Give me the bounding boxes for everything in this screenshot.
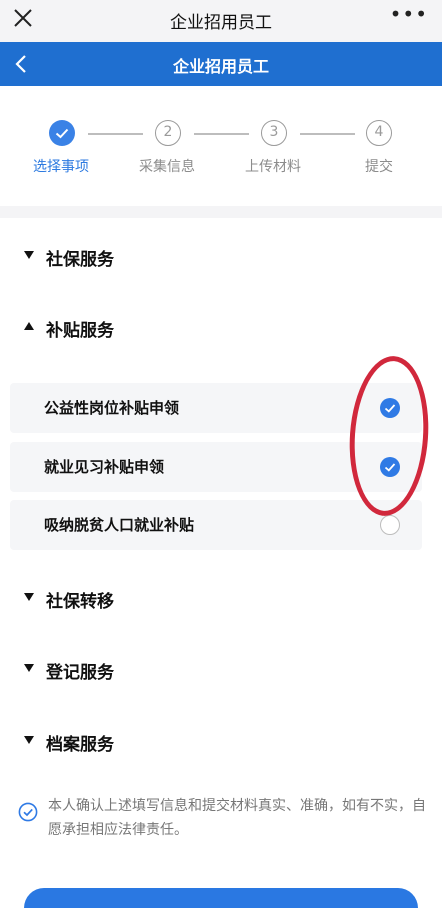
step-2-label: 采集信息 (139, 159, 195, 175)
section-label: 档案服务 (46, 735, 114, 755)
next-button[interactable] (24, 888, 418, 908)
section-registration[interactable]: 登记服务 (24, 658, 324, 683)
highlight-oval (344, 353, 434, 519)
app-top-bar: 企业招用员工 ••• (0, 0, 442, 42)
step-3-circle: 3 (261, 120, 287, 146)
section-social-insurance[interactable]: 社保服务 (24, 245, 324, 270)
list-item-poverty-employment-subsidy[interactable]: 吸纳脱贫人口就业补贴 (10, 500, 422, 550)
step-1-label: 选择事项 (33, 159, 89, 175)
caret-up-icon (24, 322, 34, 330)
section-label: 补贴服务 (46, 321, 114, 341)
step-2-circle: 2 (155, 120, 181, 146)
page-title: 企业招用员工 (172, 57, 269, 76)
caret-down-icon (24, 593, 34, 601)
caret-down-icon (24, 251, 34, 259)
section-subsidy[interactable]: 补贴服务 (24, 316, 324, 341)
step-connector (88, 133, 143, 135)
window-title: 企业招用员工 (170, 13, 272, 33)
more-icon[interactable]: ••• (390, 2, 428, 26)
section-insurance-transfer[interactable]: 社保转移 (24, 587, 324, 612)
step-3-label: 上传材料 (245, 159, 301, 175)
section-label: 登记服务 (46, 663, 114, 683)
section-divider (0, 206, 442, 218)
step-connector (194, 133, 249, 135)
section-label: 社保转移 (46, 592, 114, 612)
nav-bar: 企业招用员工 (0, 42, 442, 86)
caret-down-icon (24, 664, 34, 672)
list-item-label: 吸纳脱贫人口就业补贴 (44, 516, 195, 534)
checkbox-unchecked-icon[interactable] (380, 515, 400, 535)
step-1-check-icon (49, 120, 75, 146)
list-item-label: 公益性岗位补贴申领 (44, 399, 180, 417)
step-connector (300, 133, 355, 135)
section-archives[interactable]: 档案服务 (24, 730, 324, 755)
step-progress: 2 3 4 选择事项 采集信息 上传材料 提交 (0, 86, 442, 206)
section-label: 社保服务 (46, 250, 114, 270)
list-item-label: 就业见习补贴申领 (44, 458, 165, 476)
caret-down-icon (24, 736, 34, 744)
step-4-circle: 4 (366, 120, 392, 146)
step-4-label: 提交 (365, 159, 393, 175)
agreement-check-icon[interactable] (18, 802, 38, 822)
agreement-text: 本人确认上述填写信息和提交材料真实、准确，如有不实，自愿承担相应法律责任。 (48, 798, 426, 838)
